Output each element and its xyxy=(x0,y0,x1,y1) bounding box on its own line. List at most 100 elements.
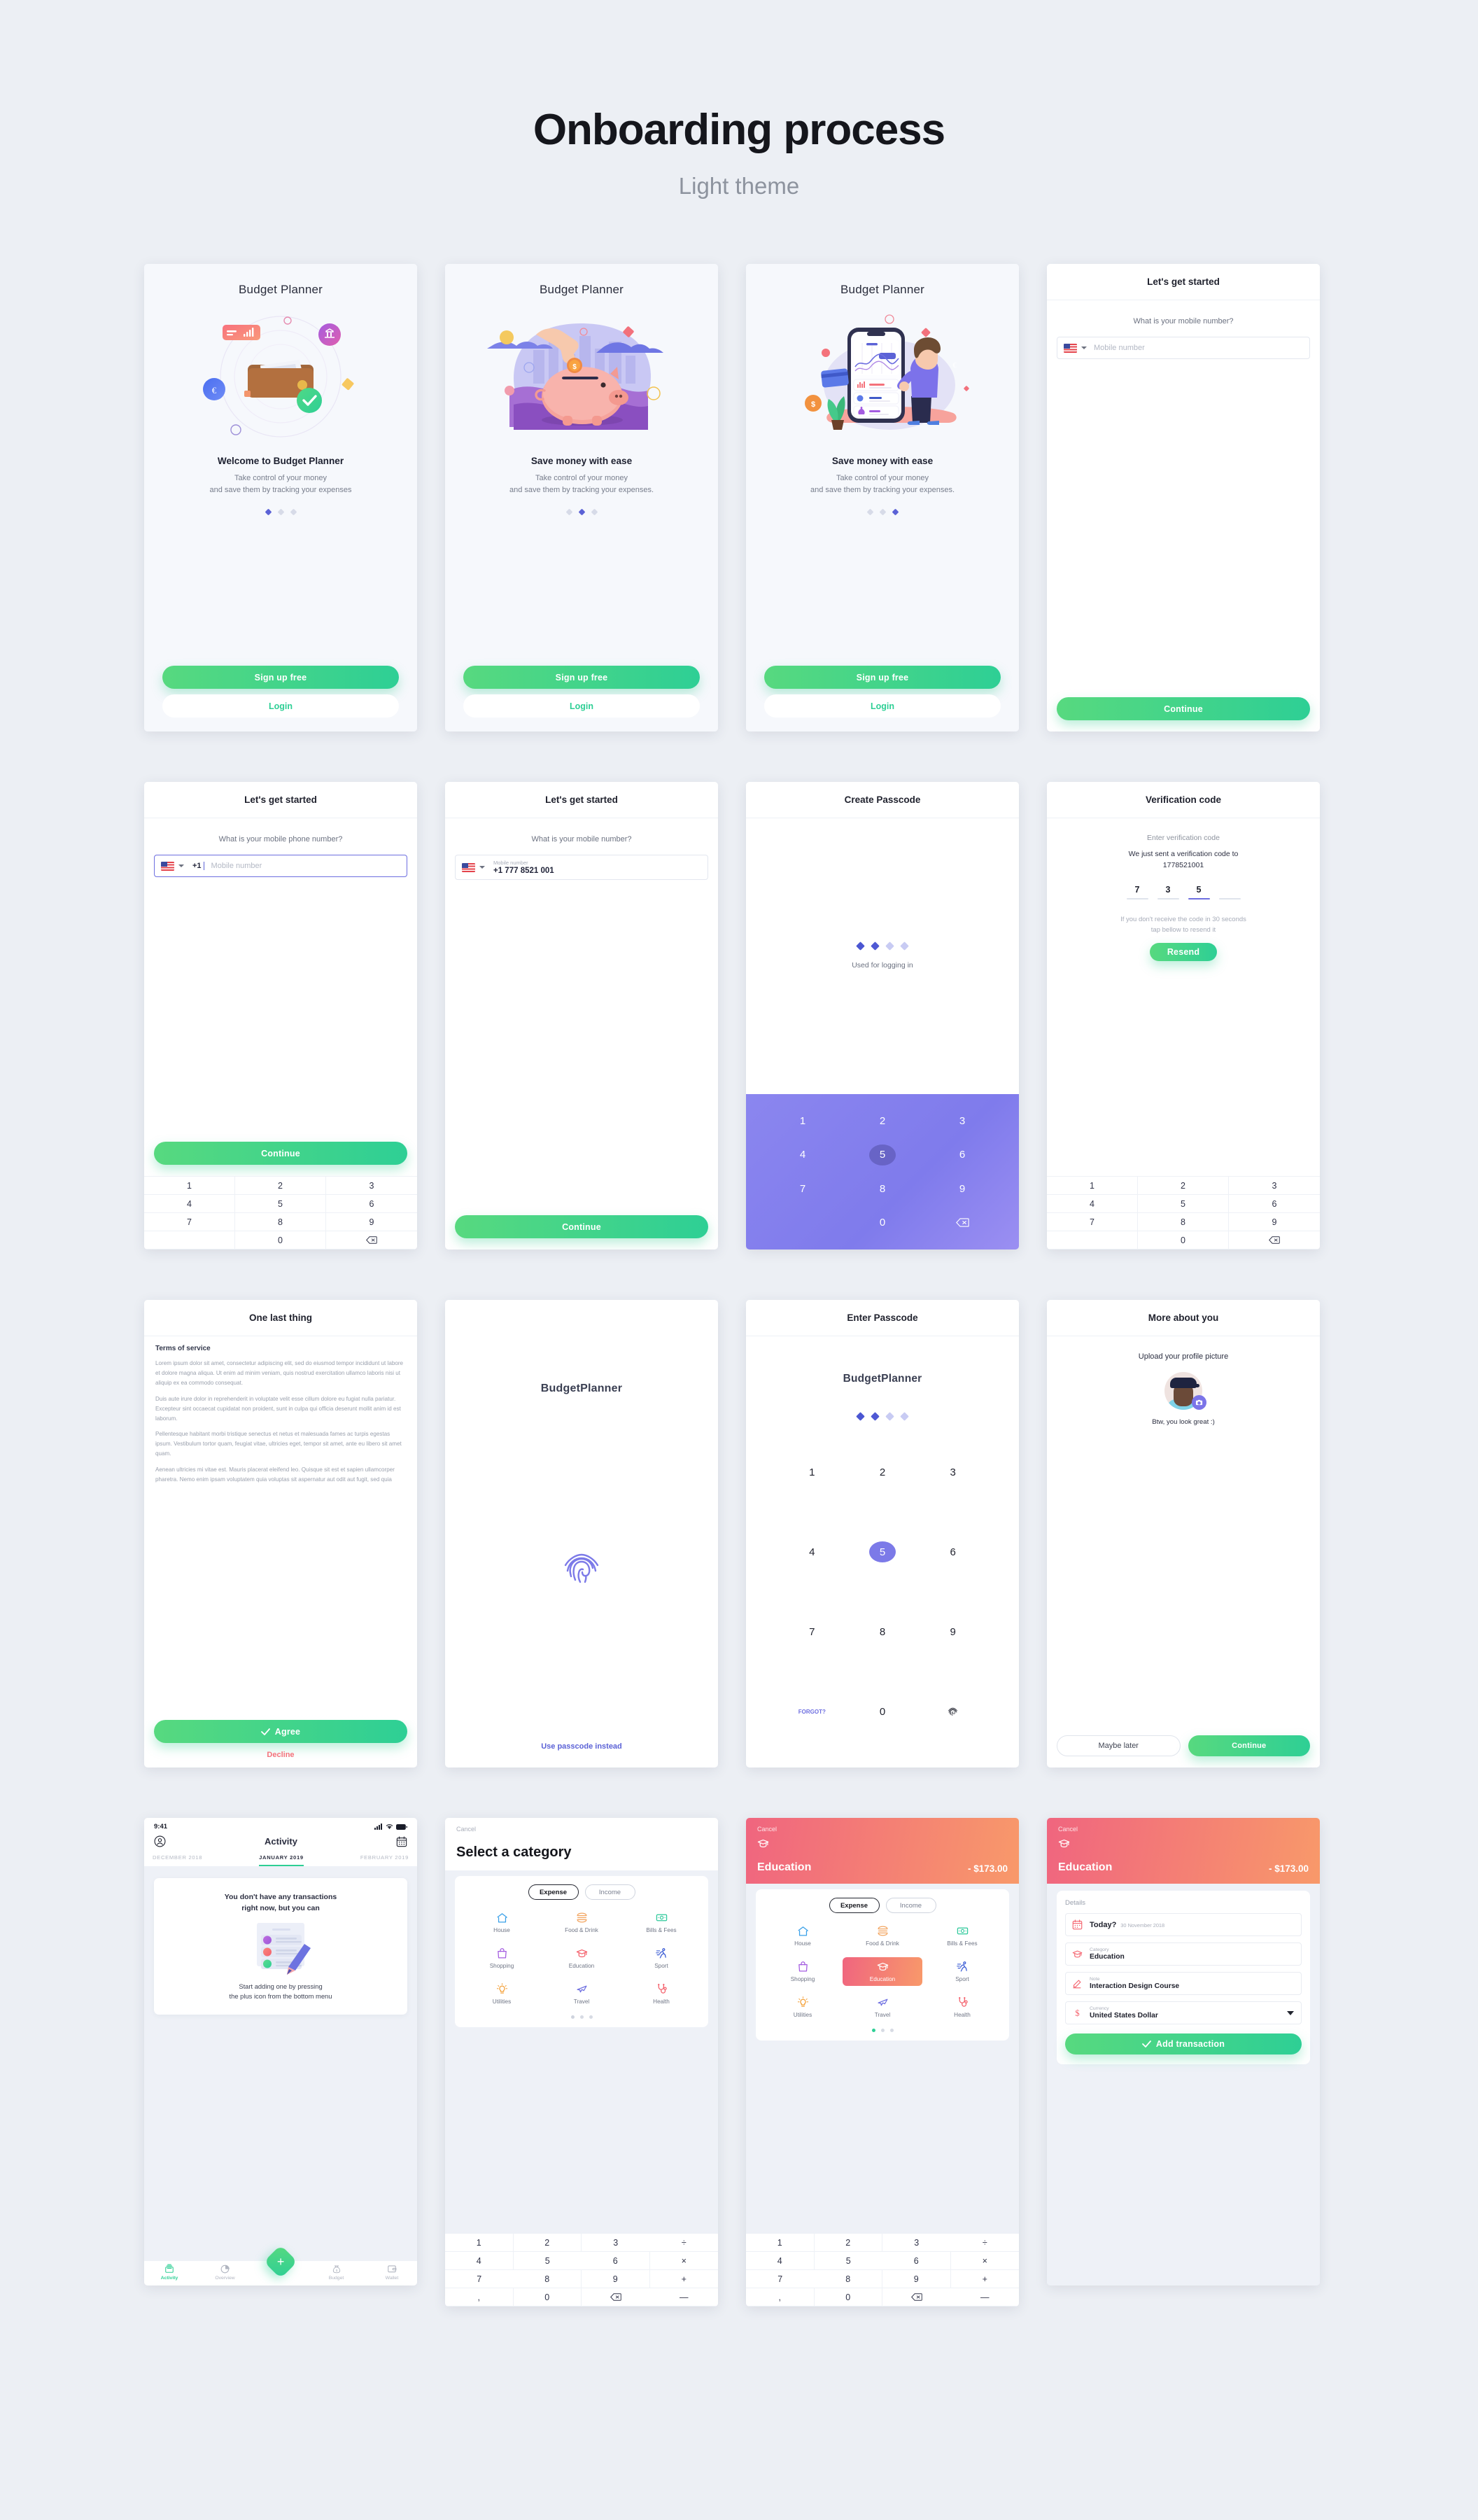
key-0[interactable]: 0 xyxy=(1138,1231,1229,1250)
key-4[interactable]: 4 xyxy=(1047,1195,1138,1213)
chevron-down-icon[interactable] xyxy=(178,864,184,867)
segment-income[interactable]: Income xyxy=(584,1884,635,1900)
code-cell-3[interactable]: 5 xyxy=(1188,885,1210,899)
key-divide[interactable]: ÷ xyxy=(950,2234,1019,2252)
key-8[interactable]: 8 xyxy=(1138,1213,1229,1231)
key-1[interactable]: 1 xyxy=(144,1177,235,1195)
key-7[interactable]: 7 xyxy=(763,1173,843,1204)
key-divide[interactable]: ÷ xyxy=(649,2234,718,2252)
resend-button[interactable]: Resend xyxy=(1150,942,1217,961)
profile-icon[interactable] xyxy=(154,1835,166,1847)
key-2[interactable]: 2 xyxy=(235,1177,326,1195)
backspace-icon[interactable] xyxy=(922,1208,1002,1238)
key-2[interactable]: 2 xyxy=(847,1457,918,1488)
category-health[interactable]: Health xyxy=(621,1980,701,2008)
key-7[interactable]: 7 xyxy=(746,2270,815,2288)
category-sport[interactable]: Sport xyxy=(621,1944,701,1973)
calendar-icon[interactable] xyxy=(396,1835,407,1847)
key-plus[interactable]: + xyxy=(649,2270,718,2288)
key-4[interactable]: 4 xyxy=(746,2252,815,2270)
key-1[interactable]: 1 xyxy=(746,2234,815,2252)
key-4[interactable]: 4 xyxy=(144,1195,235,1213)
key-3[interactable]: 3 xyxy=(922,1105,1002,1136)
key-8[interactable]: 8 xyxy=(814,2270,882,2288)
date-row[interactable]: Today? 30 November 2018 xyxy=(1065,1913,1302,1936)
key-2[interactable]: 2 xyxy=(843,1105,922,1136)
key-1[interactable]: 1 xyxy=(1047,1177,1138,1195)
currency-row[interactable]: $ Currency United States Dollar xyxy=(1065,2001,1302,2024)
category-travel[interactable]: Travel xyxy=(843,1993,922,2022)
mobile-number-field[interactable]: Mobile number xyxy=(1057,337,1310,359)
key-4[interactable]: 4 xyxy=(763,1140,843,1170)
pager-dot-2[interactable] xyxy=(880,2029,885,2032)
key-8[interactable]: 8 xyxy=(843,1173,922,1204)
pager-dot-2[interactable] xyxy=(579,2015,584,2019)
key-6[interactable]: 6 xyxy=(326,1195,417,1213)
key-3[interactable]: 3 xyxy=(326,1177,417,1195)
dot-2[interactable] xyxy=(879,508,886,516)
key-9[interactable]: 9 xyxy=(922,1173,1002,1204)
key-2[interactable]: 2 xyxy=(814,2234,882,2252)
code-cell-2[interactable]: 3 xyxy=(1157,885,1179,899)
key-7[interactable]: 7 xyxy=(445,2270,514,2288)
key-8[interactable]: 8 xyxy=(847,1617,918,1648)
tab-january-2019[interactable]: JANUARY 2019 xyxy=(259,1854,304,1866)
cancel-button[interactable]: Cancel xyxy=(1058,1826,1309,1833)
category-sport[interactable]: Sport xyxy=(922,1957,1002,1986)
key-9[interactable]: 9 xyxy=(582,2270,650,2288)
key-4[interactable]: 4 xyxy=(777,1536,847,1567)
key-9[interactable]: 9 xyxy=(917,1617,988,1648)
continue-button[interactable]: Continue xyxy=(1057,697,1310,720)
key-minus[interactable]: — xyxy=(649,2288,718,2306)
key-6[interactable]: 6 xyxy=(917,1536,988,1567)
key-0[interactable]: 0 xyxy=(513,2288,582,2306)
segment-income[interactable]: Income xyxy=(885,1898,936,1913)
key-5[interactable]: 5 xyxy=(814,2252,882,2270)
category-utilities[interactable]: Utilities xyxy=(462,1980,542,2008)
note-row[interactable]: Note Interaction Design Course xyxy=(1065,1972,1302,1995)
key-multiply[interactable]: × xyxy=(950,2252,1019,2270)
backspace-icon[interactable] xyxy=(582,2288,650,2306)
key-3[interactable]: 3 xyxy=(882,2234,951,2252)
category-utilities[interactable]: Utilities xyxy=(763,1993,843,2022)
key-5[interactable]: 5 xyxy=(235,1195,326,1213)
backspace-icon[interactable] xyxy=(882,2288,951,2306)
dot-2[interactable] xyxy=(578,508,585,516)
key-3[interactable]: 3 xyxy=(1229,1177,1320,1195)
key-7[interactable]: 7 xyxy=(777,1617,847,1648)
continue-button[interactable]: Continue xyxy=(455,1215,708,1238)
login-button[interactable]: Login xyxy=(463,694,700,718)
signup-button[interactable]: Sign up free xyxy=(162,666,399,689)
key-3[interactable]: 3 xyxy=(582,2234,650,2252)
fingerprint-icon[interactable] xyxy=(560,1547,603,1590)
chevron-down-icon[interactable] xyxy=(479,866,485,869)
add-transaction-button[interactable]: Add transaction xyxy=(1065,2033,1302,2054)
pager-dot-3[interactable] xyxy=(889,2029,894,2032)
agree-button[interactable]: Agree xyxy=(154,1720,407,1743)
key-2[interactable]: 2 xyxy=(513,2234,582,2252)
category-shopping[interactable]: Shopping xyxy=(462,1944,542,1973)
category-health[interactable]: Health xyxy=(922,1993,1002,2022)
camera-icon[interactable] xyxy=(1192,1395,1206,1410)
maybe-later-button[interactable]: Maybe later xyxy=(1057,1735,1181,1756)
key-comma[interactable]: , xyxy=(445,2288,514,2306)
code-cell-1[interactable]: 7 xyxy=(1126,885,1148,899)
category-education-selected[interactable]: Education xyxy=(843,1957,922,1986)
key-5-pressed[interactable]: 5 xyxy=(843,1140,922,1170)
fingerprint-icon[interactable] xyxy=(917,1697,988,1728)
dot-1[interactable] xyxy=(265,508,272,516)
dot-1[interactable] xyxy=(565,508,572,516)
key-8[interactable]: 8 xyxy=(513,2270,582,2288)
key-3[interactable]: 3 xyxy=(917,1457,988,1488)
key-7[interactable]: 7 xyxy=(1047,1213,1138,1231)
cancel-button[interactable]: Cancel xyxy=(757,1826,1008,1833)
key-0[interactable]: 0 xyxy=(847,1697,918,1728)
continue-button[interactable]: Continue xyxy=(1188,1735,1310,1756)
signup-button[interactable]: Sign up free xyxy=(764,666,1001,689)
tab-wallet[interactable]: Wallet xyxy=(374,2264,410,2281)
key-1[interactable]: 1 xyxy=(777,1457,847,1488)
signup-button[interactable]: Sign up free xyxy=(463,666,700,689)
segment-expense[interactable]: Expense xyxy=(528,1884,579,1900)
mobile-number-field[interactable]: Mobile number +1 777 8521 001 xyxy=(455,855,708,880)
pager-dot-1[interactable] xyxy=(570,2015,575,2019)
